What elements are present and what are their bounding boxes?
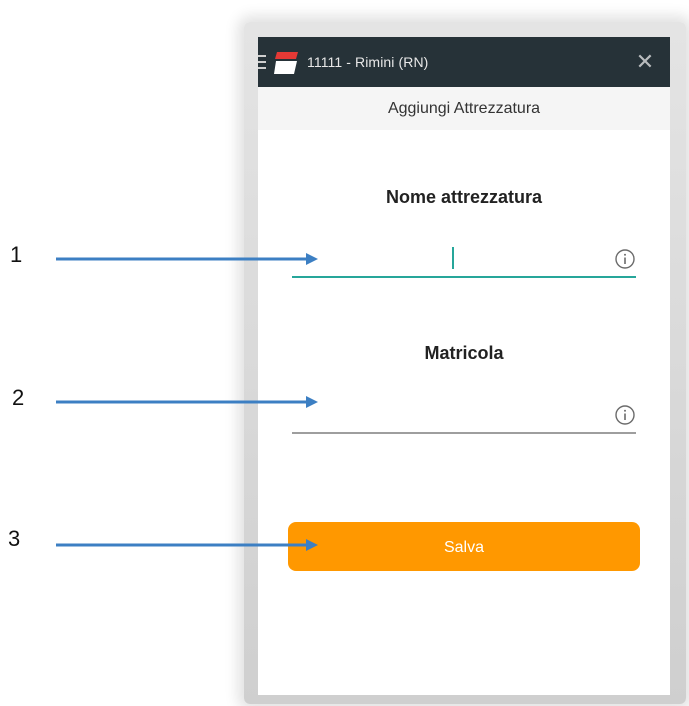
store-title: 11111 - Rimini (RN): [307, 54, 429, 70]
arrow-icon: [56, 396, 318, 408]
callout-number-3: 3: [8, 526, 21, 551]
equipment-name-input[interactable]: [292, 242, 606, 278]
arrow-icon: [56, 253, 318, 265]
serial-number-field[interactable]: [292, 398, 636, 434]
hamburger-menu-icon[interactable]: [258, 55, 266, 69]
callout-number-1: 1: [10, 242, 23, 267]
arrow-icon: [56, 539, 318, 551]
field-underline: [292, 432, 636, 434]
close-button[interactable]: ✕: [632, 49, 658, 75]
app-toolbar: 11111 - Rimini (RN) ✕: [258, 37, 670, 87]
callout-number-2: 2: [12, 385, 25, 410]
app-screen: 11111 - Rimini (RN) ✕ Aggiungi Attrezzat…: [258, 37, 670, 695]
equipment-name-field[interactable]: [292, 242, 636, 278]
close-icon: ✕: [635, 49, 655, 74]
text-cursor: [452, 247, 454, 269]
equipment-name-label: Nome attrezzatura: [385, 187, 543, 207]
save-button[interactable]: Salva: [288, 522, 640, 571]
info-icon[interactable]: [614, 248, 636, 270]
field-underline-active: [292, 276, 636, 278]
page-title: Aggiungi Attrezzatura: [258, 87, 670, 130]
info-icon[interactable]: [614, 404, 636, 426]
serial-number-label: Matricola: [424, 343, 504, 363]
serial-number-input[interactable]: [292, 398, 606, 434]
brand-logo-icon: [274, 52, 298, 74]
